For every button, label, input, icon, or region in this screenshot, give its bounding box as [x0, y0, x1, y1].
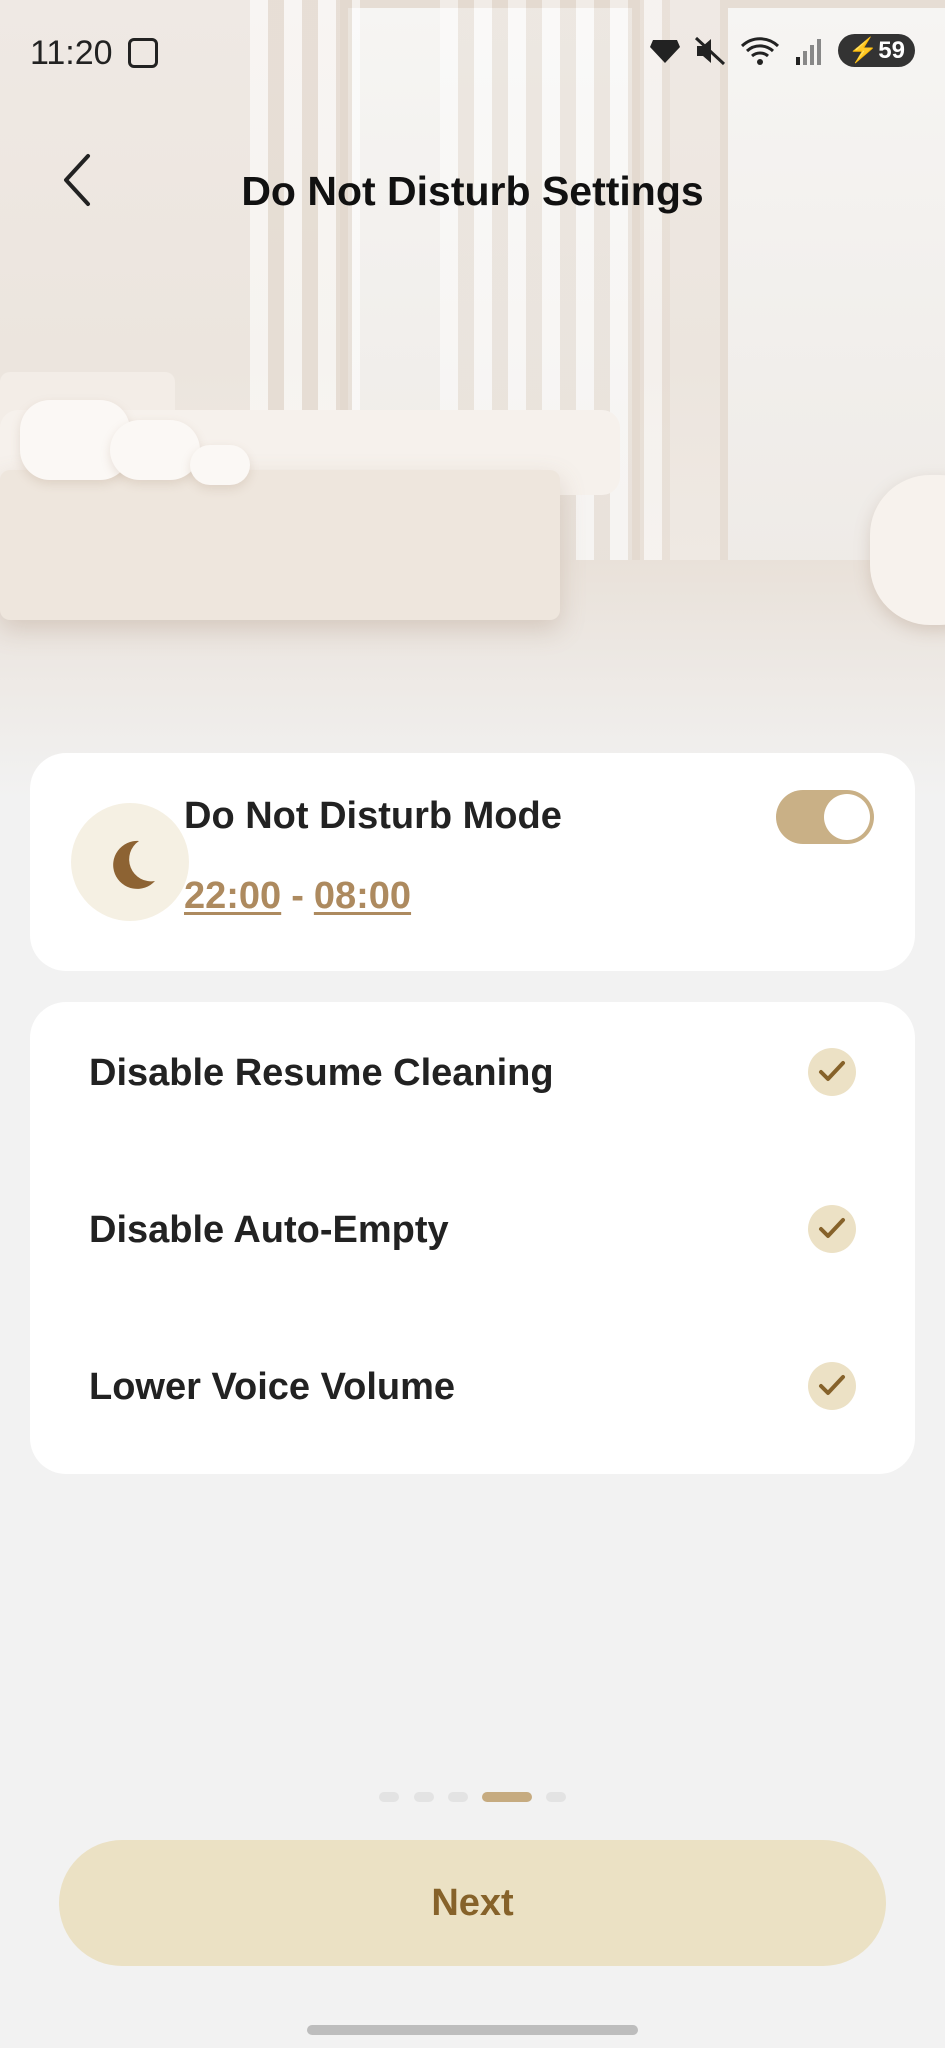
vpn-diamond-icon — [650, 39, 681, 63]
dnd-mode-toggle[interactable] — [776, 790, 874, 844]
status-bar: 11:20 ⚡59 — [0, 0, 945, 108]
moon-icon — [113, 840, 155, 889]
mute-icon — [695, 36, 726, 65]
option-disable-resume-cleaning: Disable Resume Cleaning — [89, 1052, 554, 1094]
check-icon — [819, 1375, 845, 1395]
checkbox-disable-auto-empty[interactable] — [808, 1205, 856, 1253]
check-icon — [819, 1061, 845, 1081]
page-dot — [414, 1792, 434, 1802]
end-time-link[interactable]: 08:00 — [314, 875, 411, 917]
battery-indicator: ⚡59 — [838, 34, 915, 67]
status-icons: ⚡59 — [650, 34, 915, 67]
status-time: 11:20 — [30, 34, 113, 72]
page-dot — [546, 1792, 566, 1802]
next-button[interactable]: Next — [59, 1840, 886, 1966]
toggle-knob — [824, 794, 870, 840]
page-indicator — [0, 1792, 945, 1804]
home-indicator[interactable] — [307, 2025, 638, 2035]
checkbox-lower-voice-volume[interactable] — [808, 1362, 856, 1410]
page-dot — [379, 1792, 399, 1802]
start-time-link[interactable]: 22:00 — [184, 875, 281, 917]
dnd-mode-card — [30, 753, 915, 971]
moon-badge — [71, 803, 189, 921]
dnd-time-range: 22:00-08:00 — [184, 875, 411, 918]
page-dot — [448, 1792, 468, 1802]
wifi-icon — [741, 36, 780, 65]
option-disable-auto-empty: Disable Auto-Empty — [89, 1209, 449, 1251]
bedroom-background-image — [0, 0, 945, 800]
time-separator: - — [291, 875, 304, 917]
dnd-mode-label: Do Not Disturb Mode — [184, 795, 562, 837]
screenshot-icon — [128, 38, 158, 68]
check-icon — [819, 1218, 845, 1238]
page-title: Do Not Disturb Settings — [241, 168, 704, 214]
page-dot-active — [482, 1792, 532, 1802]
battery-level: 59 — [878, 37, 905, 64]
option-lower-voice-volume: Lower Voice Volume — [89, 1366, 456, 1408]
signal-icon — [796, 38, 822, 65]
checkbox-disable-resume-cleaning[interactable] — [808, 1048, 856, 1096]
